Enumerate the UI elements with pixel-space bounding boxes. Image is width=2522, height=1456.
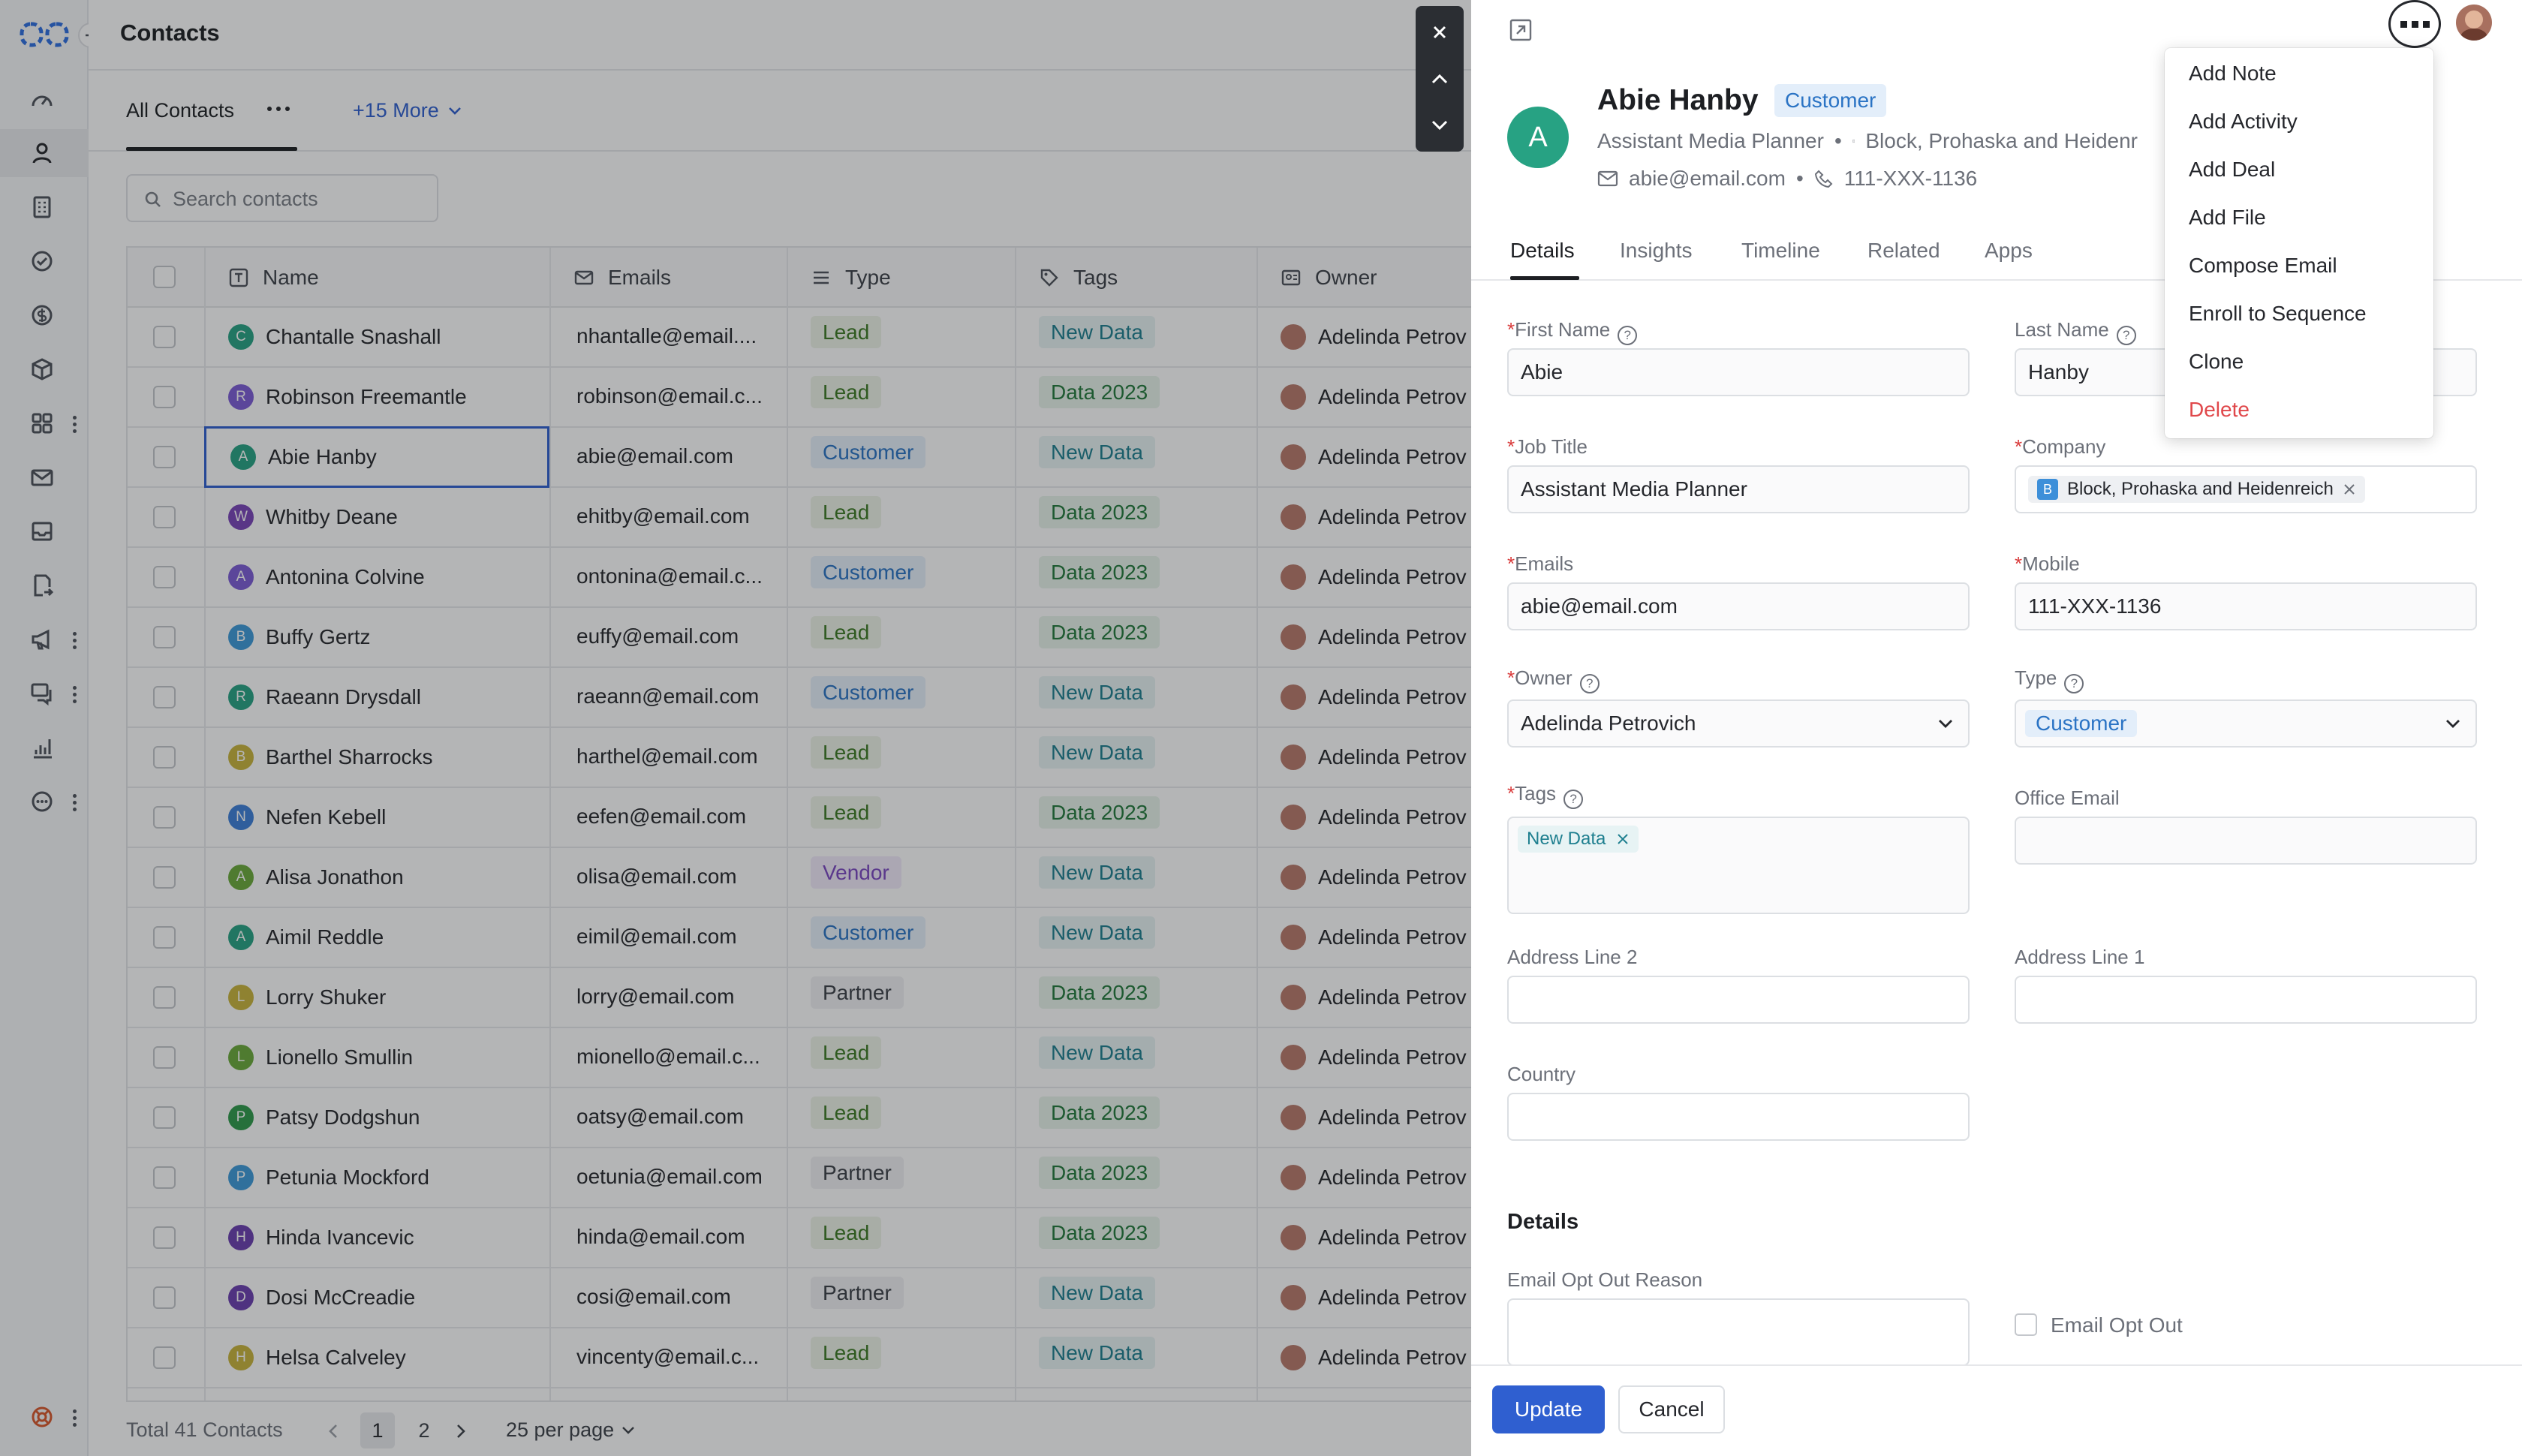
first-name-label: *First Name? [1507, 318, 1638, 345]
emails-label: *Emails [1507, 552, 1574, 575]
chevron-down-icon [1939, 720, 1952, 728]
mobile-label: *Mobile [2015, 552, 2080, 575]
menu-item-add-deal[interactable]: Add Deal [2189, 158, 2275, 182]
cancel-button[interactable]: Cancel [1618, 1385, 1725, 1433]
first-name-field[interactable]: Abie [1507, 348, 1970, 396]
separator-dot: • [1834, 129, 1842, 152]
menu-item-clone[interactable]: Clone [2189, 350, 2244, 374]
email-opt-out-reason-field[interactable] [1507, 1298, 1970, 1366]
owner-label: *Owner? [1507, 666, 1600, 693]
menu-item-add-activity[interactable]: Add Activity [2189, 110, 2298, 134]
section-heading: Details [1507, 1210, 1579, 1234]
chevron-down-icon [2446, 720, 2460, 728]
help-icon[interactable]: ? [2116, 326, 2136, 345]
type-badge: Customer [1774, 84, 1887, 117]
emails-field[interactable]: abie@email.com [1507, 582, 1970, 630]
country-field[interactable] [1507, 1093, 1970, 1141]
actions-menu: Add Note Add Activity Add Deal Add File … [2165, 48, 2433, 438]
job-title-label: *Job Title [1507, 435, 1588, 458]
type-value: Customer [2025, 710, 2138, 737]
company-chip: B Block, Prohaska and Heidenreich [2028, 476, 2365, 503]
mobile-field[interactable]: 111-XXX-1136 [2015, 582, 2477, 630]
tags-label: *Tags? [1507, 782, 1584, 809]
tab-apps[interactable]: Apps [1985, 239, 2033, 263]
help-icon[interactable]: ? [1618, 326, 1638, 345]
type-select[interactable]: Customer [2015, 699, 2477, 748]
help-icon[interactable]: ? [1579, 674, 1600, 693]
contact-info: abie@email.com • 111-XXX-1136 [1597, 167, 1977, 191]
email-opt-out-label: Email Opt Out [2051, 1313, 2183, 1337]
email-opt-out-checkbox[interactable] [2015, 1313, 2037, 1336]
office-email-field[interactable] [2015, 817, 2477, 865]
company-field[interactable]: B Block, Prohaska and Heidenreich [2015, 465, 2477, 513]
tab-details[interactable]: Details [1510, 239, 1575, 263]
tag-chip-label: New Data [1527, 829, 1606, 849]
address-line-2-label: Address Line 2 [1507, 946, 1638, 968]
menu-item-add-note[interactable]: Add Note [2189, 62, 2277, 86]
phone-icon [1814, 170, 1833, 188]
building-icon [1852, 140, 1855, 143]
previous-record-icon[interactable] [1416, 56, 1464, 102]
company-label: *Company [2015, 435, 2106, 458]
job-title-text: Assistant Media Planner [1597, 129, 1824, 152]
contact-subtitle: Assistant Media Planner • Block, Prohask… [1597, 129, 2138, 153]
company-text[interactable]: Block, Prohaska and Heidenr [1865, 129, 2138, 153]
open-full-view-icon[interactable] [1509, 18, 1533, 42]
record-navigator [1416, 6, 1464, 152]
menu-item-delete[interactable]: Delete [2189, 398, 2250, 422]
menu-item-compose-email[interactable]: Compose Email [2189, 254, 2337, 278]
menu-item-add-file[interactable]: Add File [2189, 206, 2266, 230]
remove-icon[interactable] [2343, 483, 2356, 496]
company-chip-label: Block, Prohaska and Heidenreich [2067, 479, 2334, 499]
menu-item-enroll-to-sequence[interactable]: Enroll to Sequence [2189, 302, 2367, 326]
next-record-icon[interactable] [1416, 102, 1464, 149]
type-label: Type? [2015, 666, 2084, 693]
contact-avatar: A [1507, 107, 1569, 168]
email-opt-out-reason-label: Email Opt Out Reason [1507, 1268, 1703, 1291]
phone-text[interactable]: 111-XXX-1136 [1844, 167, 1977, 191]
remove-icon[interactable] [1616, 832, 1630, 846]
more-actions-button[interactable] [2388, 0, 2441, 48]
tab-timeline[interactable]: Timeline [1741, 239, 1820, 263]
job-title-field[interactable]: Assistant Media Planner [1507, 465, 1970, 513]
office-email-label: Office Email [2015, 787, 2120, 809]
mail-icon [1597, 170, 1618, 187]
update-button[interactable]: Update [1492, 1385, 1605, 1433]
close-icon[interactable] [1416, 9, 1464, 56]
address-line-2-field[interactable] [1507, 976, 1970, 1024]
country-label: Country [1507, 1063, 1576, 1085]
tags-field[interactable]: New Data [1507, 817, 1970, 914]
company-logo: B [2037, 479, 2058, 500]
last-name-label: Last Name? [2015, 318, 2136, 345]
user-avatar[interactable] [2456, 5, 2492, 41]
active-tab-indicator [1510, 276, 1579, 280]
help-icon[interactable]: ? [2064, 674, 2084, 693]
address-line-1-label: Address Line 1 [2015, 946, 2145, 968]
owner-value: Adelinda Petrovich [1521, 711, 1696, 735]
email-text[interactable]: abie@email.com [1629, 167, 1786, 191]
contact-name: Abie Hanby [1597, 84, 1759, 116]
separator-dot: • [1795, 167, 1804, 190]
tab-related[interactable]: Related [1867, 239, 1940, 263]
tab-insights[interactable]: Insights [1620, 239, 1693, 263]
owner-select[interactable]: Adelinda Petrovich [1507, 699, 1970, 748]
modal-backdrop[interactable] [0, 0, 1471, 1456]
help-icon[interactable]: ? [1563, 790, 1584, 809]
tag-chip: New Data [1518, 826, 1639, 853]
address-line-1-field[interactable] [2015, 976, 2477, 1024]
